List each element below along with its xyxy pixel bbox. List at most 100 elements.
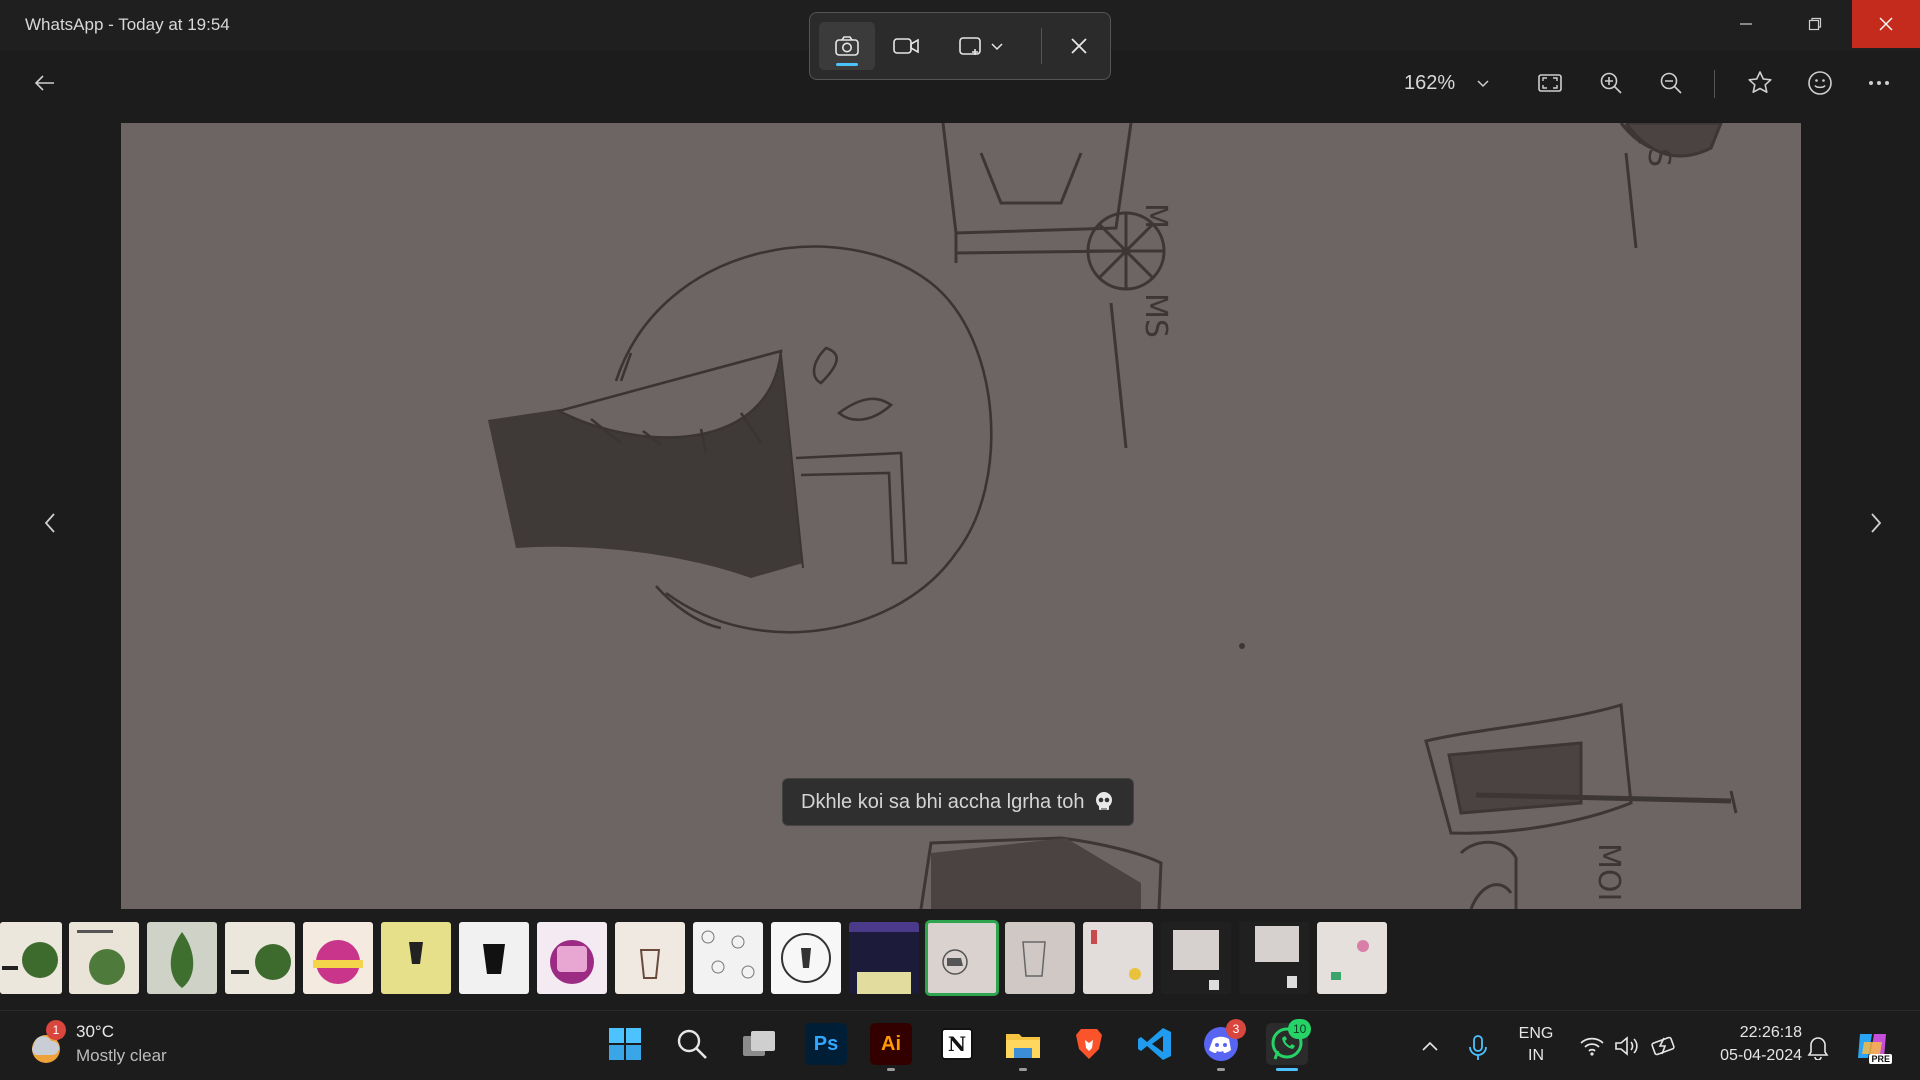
clock[interactable]: 22:26:18 05-04-2024	[1692, 1021, 1802, 1067]
thumbnail[interactable]	[1317, 922, 1387, 994]
battery-charging-icon	[1651, 1036, 1675, 1056]
rectangle-snip-icon	[959, 37, 981, 55]
sketch-text-m: M	[1138, 203, 1173, 229]
weather-widget[interactable]: 1 30°C Mostly clear	[26, 1020, 196, 1070]
more-options-button[interactable]	[1864, 68, 1894, 98]
photoshop-app[interactable]: Ps	[805, 1023, 847, 1065]
running-indicator	[1019, 1068, 1027, 1071]
filmstrip	[0, 920, 1920, 998]
restore-button[interactable]	[1781, 0, 1849, 48]
thumbnail[interactable]	[1161, 922, 1231, 994]
copilot-preview-label: PRE	[1869, 1054, 1892, 1064]
file-explorer-app[interactable]	[1002, 1023, 1044, 1071]
thumbnail[interactable]	[1239, 922, 1309, 994]
zoom-in-button[interactable]	[1596, 68, 1626, 98]
wifi-icon	[1580, 1037, 1604, 1056]
sketch-text-s: S	[1641, 148, 1676, 167]
language-region: IN	[1528, 1047, 1544, 1064]
thumbnail[interactable]	[771, 922, 841, 994]
vscode-icon	[1138, 1028, 1171, 1060]
whatsapp-app[interactable]: 10	[1266, 1019, 1312, 1071]
microphone-button[interactable]	[1466, 1034, 1490, 1062]
weather-temp: 30°C	[76, 1022, 114, 1041]
active-indicator	[1276, 1068, 1298, 1071]
sketch-text-moi: MOI	[1591, 843, 1626, 901]
thumbnail[interactable]	[69, 922, 139, 994]
restore-icon	[1808, 17, 1822, 31]
next-image-button[interactable]	[1858, 505, 1894, 541]
close-icon	[1879, 17, 1893, 31]
close-icon	[1071, 38, 1087, 54]
chevron-down-icon	[991, 43, 1003, 51]
volume-icon	[1615, 1036, 1638, 1056]
notifications-button[interactable]	[1806, 1034, 1830, 1060]
running-indicator	[1217, 1068, 1225, 1071]
bell-icon	[1807, 1037, 1829, 1060]
back-button[interactable]	[30, 68, 60, 98]
discord-badge: 3	[1226, 1019, 1246, 1039]
battery-button[interactable]	[1650, 1034, 1680, 1058]
clock-date: 05-04-2024	[1720, 1047, 1802, 1064]
thumbnail[interactable]	[381, 922, 451, 994]
react-button[interactable]	[1805, 68, 1835, 98]
thumbnail[interactable]	[615, 922, 685, 994]
fit-to-window-icon	[1538, 74, 1562, 92]
zoom-dropdown[interactable]	[1468, 68, 1498, 98]
caption-text: Dkhle koi sa bhi accha lgrha toh	[801, 790, 1085, 813]
whatsapp-badge: 10	[1288, 1019, 1312, 1039]
clock-time: 22:26:18	[1739, 1024, 1802, 1041]
wifi-button[interactable]	[1578, 1034, 1606, 1058]
fit-to-window-button[interactable]	[1535, 68, 1565, 98]
discord-app[interactable]: 3	[1200, 1019, 1246, 1071]
thumbnail[interactable]	[1005, 922, 1075, 994]
photoshop-icon: Ps	[813, 1032, 839, 1055]
chevron-right-icon	[1871, 513, 1882, 533]
brave-browser-app[interactable]	[1068, 1023, 1110, 1065]
thumbnail[interactable]	[849, 922, 919, 994]
thumbnail[interactable]	[537, 922, 607, 994]
thumbnail[interactable]	[225, 922, 295, 994]
task-view-button[interactable]	[738, 1023, 780, 1065]
more-options-icon	[1869, 81, 1889, 85]
language-code: ENG	[1518, 1025, 1554, 1042]
thumbnail[interactable]	[459, 922, 529, 994]
thumbnail[interactable]	[303, 922, 373, 994]
thumbnail[interactable]	[693, 922, 763, 994]
thumbnail[interactable]	[1083, 922, 1153, 994]
microphone-icon	[1469, 1035, 1487, 1060]
illustrator-icon: Ai	[881, 1032, 901, 1055]
notion-icon: N	[941, 1028, 973, 1060]
zoom-out-button[interactable]	[1656, 68, 1686, 98]
window-close-button[interactable]	[1852, 0, 1920, 48]
toolbar-divider	[1714, 70, 1715, 98]
illustrator-app[interactable]: Ai	[870, 1023, 912, 1071]
sketch-text-ms: MS	[1138, 293, 1173, 338]
vscode-app[interactable]	[1134, 1023, 1176, 1065]
skull-emoji-icon	[1095, 792, 1112, 810]
task-view-icon	[743, 1031, 775, 1056]
previous-image-button[interactable]	[32, 505, 68, 541]
thumbnail-selected[interactable]	[925, 920, 999, 996]
volume-button[interactable]	[1614, 1034, 1642, 1058]
notion-app[interactable]: N	[936, 1023, 978, 1065]
chevron-left-icon	[44, 513, 55, 533]
windows-logo-icon	[609, 1028, 641, 1060]
weather-badge: 1	[46, 1020, 66, 1040]
copilot-button[interactable]: PRE	[1854, 1028, 1892, 1066]
language-indicator[interactable]: ENG IN	[1512, 1023, 1560, 1067]
zoom-level[interactable]: 162%	[1404, 72, 1455, 95]
reaction-emoji-icon	[1808, 71, 1832, 95]
image-caption: Dkhle koi sa bhi accha lgrha toh	[782, 778, 1134, 826]
thumbnail[interactable]	[0, 922, 62, 994]
toolbar-divider	[1041, 28, 1042, 64]
favorite-button[interactable]	[1745, 68, 1775, 98]
thumbnail[interactable]	[147, 922, 217, 994]
search-button[interactable]	[671, 1023, 713, 1065]
back-arrow-icon	[34, 75, 54, 91]
start-button[interactable]	[604, 1023, 646, 1065]
weather-description: Mostly clear	[76, 1046, 167, 1065]
minimize-button[interactable]	[1712, 0, 1780, 48]
camera-icon	[835, 36, 859, 56]
search-icon	[677, 1029, 707, 1059]
show-hidden-icons-button[interactable]	[1418, 1034, 1442, 1058]
